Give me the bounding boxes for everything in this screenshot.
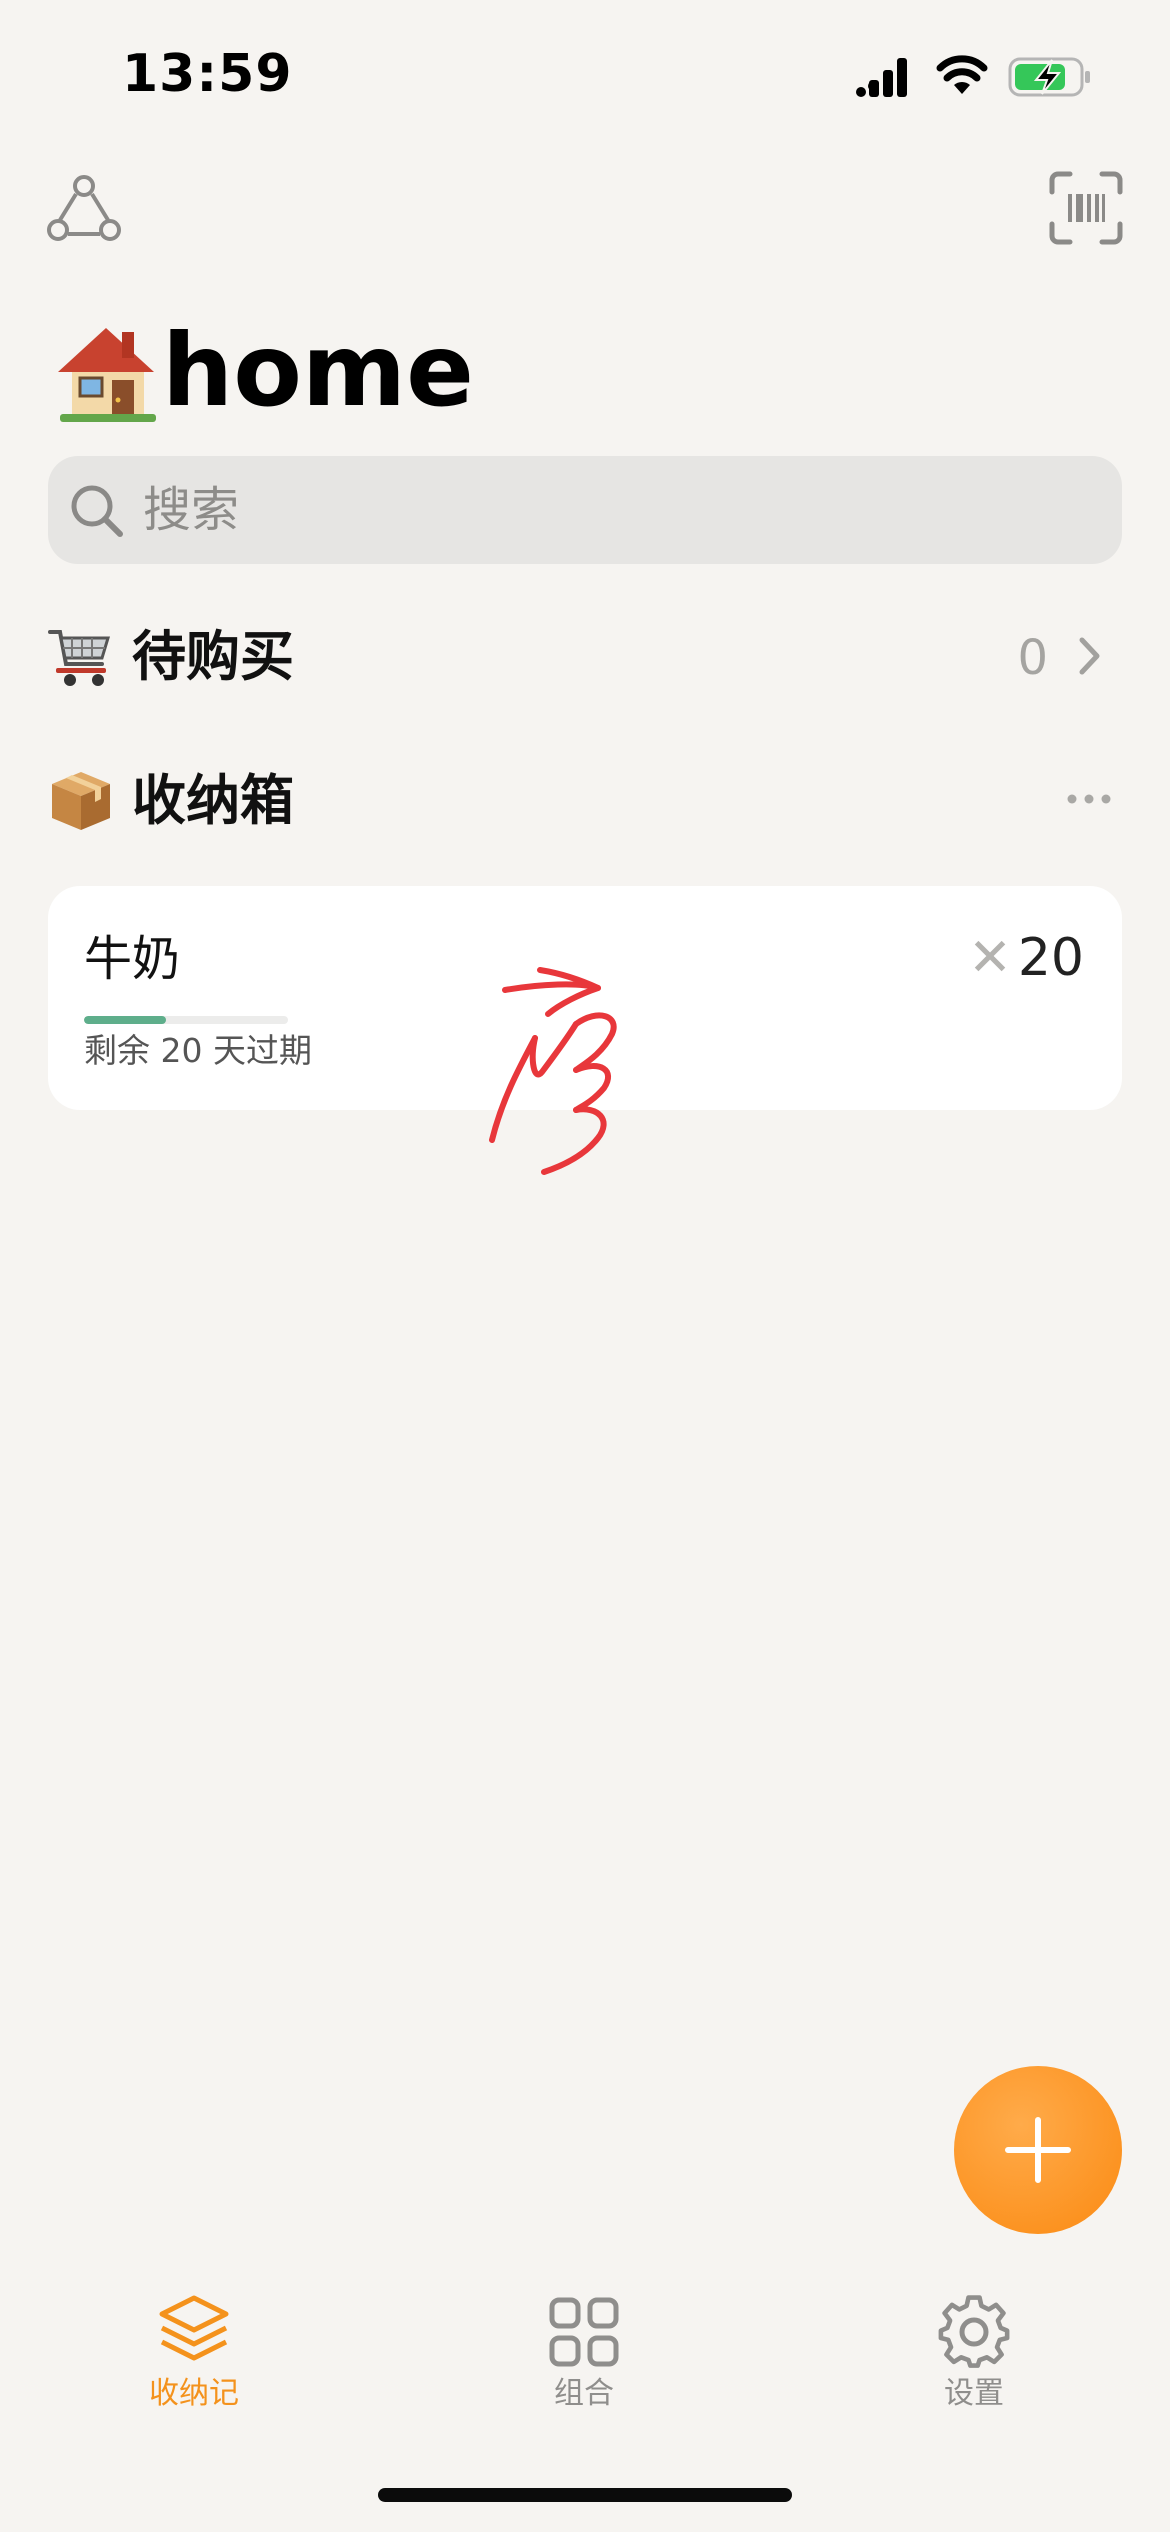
signal-icon — [856, 58, 907, 97]
tab-combos[interactable]: 组合 — [494, 2292, 674, 2442]
item-quantity: ✕ 20 — [968, 928, 1084, 988]
shopping-count: 0 — [1017, 630, 1048, 686]
barcode-scan-button[interactable] — [1048, 170, 1124, 246]
layers-icon — [159, 2295, 229, 2361]
add-item-button[interactable] — [954, 2066, 1122, 2234]
freshness-progress-bar — [84, 1016, 288, 1024]
gear-icon — [938, 2295, 1010, 2368]
tab-settings-label: 设置 — [944, 2376, 1004, 2411]
item-name: 牛奶 — [84, 931, 181, 987]
battery-charging-icon — [1008, 57, 1090, 97]
tab-combos-label: 组合 — [554, 2376, 614, 2411]
barcode-scan-icon — [1049, 171, 1123, 245]
tab-settings[interactable]: 设置 — [884, 2292, 1064, 2442]
status-time: 13:59 — [122, 44, 293, 104]
page-title-text: home — [162, 312, 474, 429]
quantity-multiply-icon: ✕ — [968, 928, 1012, 988]
storage-box-row: 收纳箱 — [48, 762, 1122, 842]
home-indicator[interactable] — [378, 2488, 792, 2502]
shopping-list-row[interactable]: 待购买 0 — [48, 618, 1122, 698]
chevron-right-icon — [1079, 637, 1100, 675]
search-placeholder: 搜索 — [143, 482, 240, 538]
shopping-list-label: 待购买 — [132, 625, 294, 688]
shopping-cart-icon — [48, 630, 111, 686]
tab-storage-label: 收纳记 — [149, 2376, 239, 2411]
page-title: home — [52, 306, 474, 436]
search-input[interactable]: 搜索 — [48, 456, 1122, 564]
share-icon — [47, 175, 121, 241]
item-quantity-value: 20 — [1017, 928, 1084, 988]
freshness-progress-fill — [84, 1016, 166, 1024]
status-bar: 13:59 — [0, 0, 1170, 150]
swipe-gesture-icon — [489, 967, 617, 1175]
search-icon — [71, 485, 123, 537]
plus-icon — [1005, 2117, 1071, 2183]
package-icon — [52, 772, 110, 830]
grid-icon — [549, 2297, 619, 2367]
wifi-icon — [936, 55, 988, 94]
share-button[interactable] — [46, 170, 122, 246]
more-options-icon[interactable] — [1066, 792, 1112, 806]
app-screen: 13:59 home 搜索 待购买 0 收纳箱 牛奶 ✕ 20 剩余 20 天过… — [0, 0, 1170, 2532]
item-expiry-text: 剩余 20 天过期 — [84, 1031, 312, 1070]
house-emoji-icon — [58, 328, 156, 422]
tab-storage[interactable]: 收纳记 — [104, 2292, 284, 2442]
storage-box-label: 收纳箱 — [132, 769, 294, 832]
